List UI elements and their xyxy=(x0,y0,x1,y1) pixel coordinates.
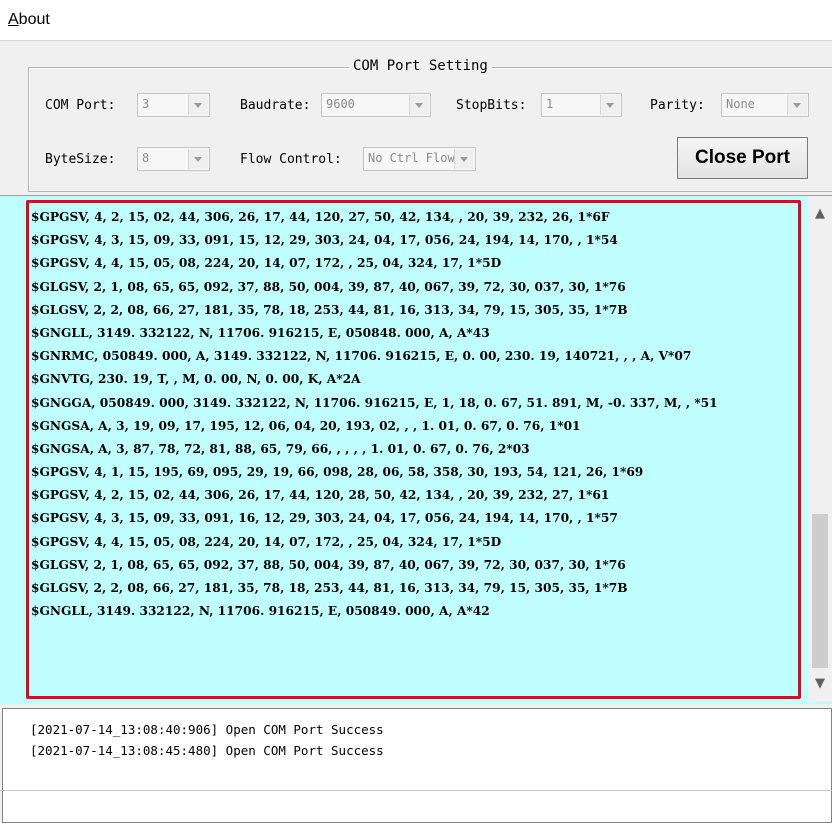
scroll-down-icon[interactable]: ▼ xyxy=(808,672,832,696)
bytesize-dropdown-button[interactable] xyxy=(188,149,208,169)
nmea-line: $GNVTG, 230. 19, T, , M, 0. 00, N, 0. 00… xyxy=(31,372,361,387)
nmea-line: $GPGSV, 4, 2, 15, 02, 44, 306, 26, 17, 4… xyxy=(31,488,610,503)
com-port-dropdown-button[interactable] xyxy=(188,95,208,115)
chevron-down-icon xyxy=(793,103,801,108)
bytesize-label: ByteSize: xyxy=(45,152,116,167)
parity-label: Parity: xyxy=(650,98,705,113)
baudrate-label: Baudrate: xyxy=(240,98,311,113)
nmea-line: $GLGSV, 2, 2, 08, 66, 27, 181, 35, 78, 1… xyxy=(31,581,628,595)
nmea-line: $GNRMC, 050849. 000, A, 3149. 332122, N,… xyxy=(31,349,692,364)
scroll-thumb[interactable] xyxy=(812,514,828,668)
stopbits-label: StopBits: xyxy=(456,98,527,113)
chevron-down-icon xyxy=(194,103,202,108)
flow-control-dropdown-button[interactable] xyxy=(454,149,474,169)
flow-control-select[interactable]: No Ctrl Flow xyxy=(363,147,476,171)
baudrate-value: 9600 xyxy=(326,97,355,111)
chevron-down-icon xyxy=(606,103,614,108)
group-title: COM Port Setting xyxy=(349,58,492,74)
com-port-label: COM Port: xyxy=(45,98,116,113)
log-line: [2021-07-14_13:08:40:906] Open COM Port … xyxy=(30,722,384,737)
nmea-line: $GPGSV, 4, 1, 15, 195, 69, 095, 29, 19, … xyxy=(31,465,644,480)
com-port-select[interactable]: 3 xyxy=(137,93,210,117)
log-line: [2021-07-14_13:08:45:480] Open COM Port … xyxy=(30,743,384,758)
nmea-line: $GLGSV, 2, 1, 08, 65, 65, 092, 37, 88, 5… xyxy=(31,557,626,572)
menu-bar: About xyxy=(0,0,832,41)
com-port-value: 3 xyxy=(142,97,150,111)
flow-control-label: Flow Control: xyxy=(240,152,342,167)
nmea-line: $GPGSV, 4, 4, 15, 05, 08, 224, 20, 14, 0… xyxy=(31,256,502,271)
nmea-line-list: $GPGSV, 4, 2, 15, 02, 44, 306, 26, 17, 4… xyxy=(31,206,718,623)
nmea-line: $GPGSV, 4, 3, 15, 09, 33, 091, 16, 12, 2… xyxy=(31,511,618,526)
scroll-up-icon[interactable]: ▲ xyxy=(808,202,832,226)
bytesize-select[interactable]: 8 xyxy=(137,147,210,171)
bytesize-value: 8 xyxy=(142,151,150,165)
menu-item-about-mnemonic: A xyxy=(8,11,19,28)
menu-item-about-label: bout xyxy=(18,11,50,28)
chevron-down-icon xyxy=(460,157,468,162)
chevron-down-icon xyxy=(194,157,202,162)
baudrate-select[interactable]: 9600 xyxy=(321,93,431,117)
nmea-line: $GLGSV, 2, 1, 08, 65, 65, 092, 37, 88, 5… xyxy=(31,279,626,294)
nmea-line: $GPGSV, 4, 4, 15, 05, 08, 224, 20, 14, 0… xyxy=(31,534,502,549)
baudrate-dropdown-button[interactable] xyxy=(409,95,429,115)
log-line-list: [2021-07-14_13:08:40:906] Open COM Port … xyxy=(30,719,384,761)
stopbits-value: 1 xyxy=(546,97,554,111)
nmea-line: $GLGSV, 2, 2, 08, 66, 27, 181, 35, 78, 1… xyxy=(31,302,628,317)
parity-dropdown-button[interactable] xyxy=(787,95,807,115)
nmea-line: $GPGSV, 4, 3, 15, 09, 33, 091, 15, 12, 2… xyxy=(31,233,618,248)
flow-control-value: No Ctrl Flow xyxy=(368,151,455,165)
nmea-line: $GNGSA, A, 3, 87, 78, 72, 81, 88, 65, 79… xyxy=(31,441,530,456)
nmea-line: $GNGGA, 050849. 000, 3149. 332122, N, 11… xyxy=(31,395,718,410)
nmea-line: $GNGLL, 3149. 332122, N, 11706. 916215, … xyxy=(31,325,490,340)
log-divider xyxy=(0,790,832,791)
parity-value: None xyxy=(726,97,755,111)
stopbits-dropdown-button[interactable] xyxy=(600,95,620,115)
parity-select[interactable]: None xyxy=(721,93,809,117)
data-vertical-scrollbar[interactable]: ▲ ▼ xyxy=(808,196,832,702)
menu-item-about[interactable]: About xyxy=(8,11,50,29)
stopbits-select[interactable]: 1 xyxy=(541,93,622,117)
nmea-line: $GNGLL, 3149. 332122, N, 11706. 916215, … xyxy=(31,604,490,619)
nmea-line: $GNGSA, A, 3, 19, 09, 17, 195, 12, 06, 0… xyxy=(31,418,581,433)
nmea-line: $GPGSV, 4, 2, 15, 02, 44, 306, 26, 17, 4… xyxy=(31,210,610,224)
close-port-button[interactable]: Close Port xyxy=(677,137,808,179)
chevron-down-icon xyxy=(415,103,423,108)
